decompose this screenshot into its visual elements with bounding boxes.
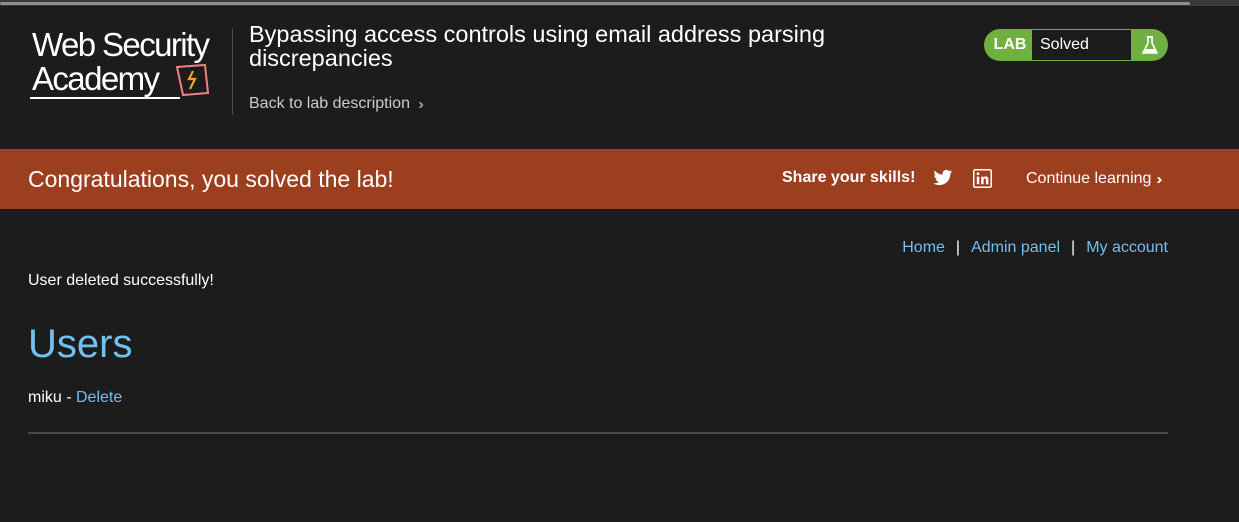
nav-home-link[interactable]: Home xyxy=(902,239,945,257)
nav-admin-panel-link[interactable]: Admin panel xyxy=(971,239,1060,257)
header-divider xyxy=(232,28,233,115)
lab-title: Bypassing access controls using email ad… xyxy=(249,21,826,71)
page-title: Users xyxy=(28,322,133,366)
logo-line1: Web Security xyxy=(32,26,210,63)
logo-underline xyxy=(30,97,180,99)
twitter-icon[interactable] xyxy=(933,169,953,192)
web-security-academy-logo[interactable]: Web Security Academy xyxy=(30,28,230,103)
lab-status-text: Solved xyxy=(1032,30,1131,60)
continue-learning-label: Continue learning xyxy=(1026,170,1152,187)
nav-separator: | xyxy=(955,239,961,256)
linkedin-icon[interactable] xyxy=(973,169,992,193)
congratulations-message: Congratulations, you solved the lab! xyxy=(28,166,394,192)
user-separator: - xyxy=(61,389,76,406)
user-name: miku xyxy=(28,389,62,406)
solved-banner: Congratulations, you solved the lab! Sha… xyxy=(0,149,1239,209)
logo-lightning-icon xyxy=(175,63,210,97)
list-item: miku - Delete xyxy=(28,389,122,407)
chevron-double-right-icon: ›› xyxy=(1156,170,1162,188)
scroll-indicator xyxy=(0,2,1190,5)
header: Web Security Academy Bypassing access co… xyxy=(0,6,1239,149)
divider xyxy=(28,432,1168,434)
back-link-label: Back to lab description xyxy=(249,95,410,112)
flask-icon xyxy=(1131,29,1168,61)
lab-badge-label: LAB xyxy=(993,36,1027,53)
logo-line2: Academy xyxy=(32,60,160,97)
status-message: User deleted successfully! xyxy=(28,272,214,289)
top-nav: Home | Admin panel | My account xyxy=(902,239,1168,257)
continue-learning-link[interactable]: Continue learning ›› xyxy=(1026,170,1162,188)
back-to-lab-description-link[interactable]: Back to lab description ›› xyxy=(249,95,424,113)
delete-user-link[interactable]: Delete xyxy=(76,389,122,406)
lab-status-badge: LAB Solved xyxy=(984,29,1168,61)
nav-separator: | xyxy=(1071,239,1076,256)
chevron-double-right-icon: ›› xyxy=(417,95,424,113)
nav-my-account-link[interactable]: My account xyxy=(1086,239,1168,257)
share-skills-label: Share your skills! xyxy=(782,169,916,186)
